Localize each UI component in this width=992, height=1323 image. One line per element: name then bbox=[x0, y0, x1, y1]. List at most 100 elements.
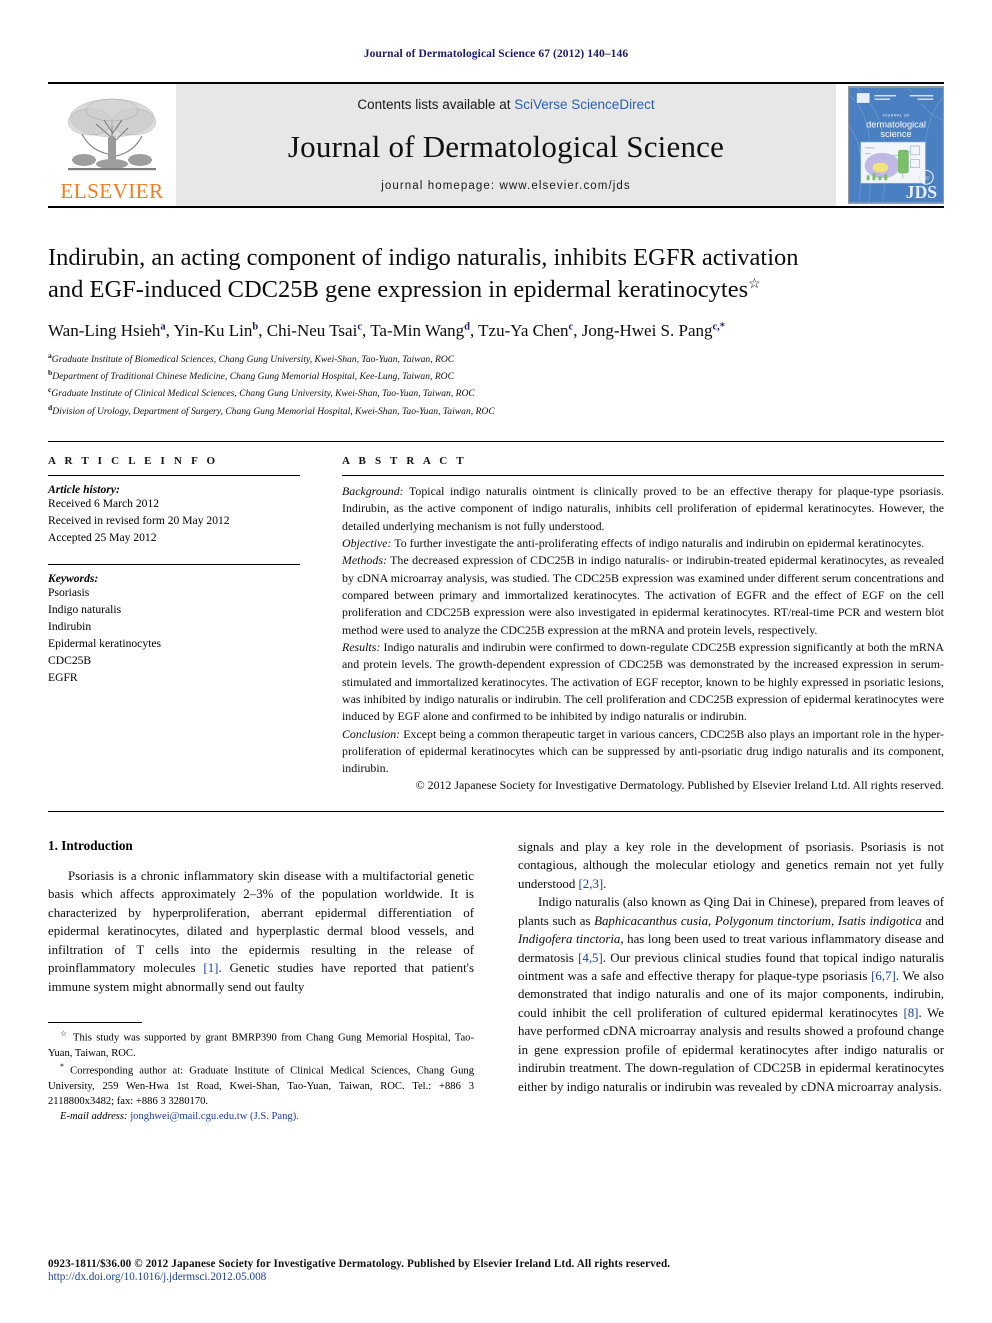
corresponding-text: Corresponding author at: Graduate Instit… bbox=[48, 1065, 474, 1108]
sciencedirect-link[interactable]: SciVerse ScienceDirect bbox=[514, 97, 654, 112]
affiliation-text: Graduate Institute of Biomedical Science… bbox=[51, 353, 455, 365]
affiliation-item: cGraduate Institute of Clinical Medical … bbox=[48, 384, 944, 401]
article-info-heading: A R T I C L E I N F O bbox=[48, 455, 219, 468]
history-item: Received in revised form 20 May 2012 bbox=[48, 514, 230, 528]
author: Wan-Ling Hsieha bbox=[48, 321, 166, 340]
footnote-corresponding: * Corresponding author at: Graduate Inst… bbox=[48, 1061, 474, 1109]
journal-banner: Contents lists available at SciVerse Sci… bbox=[176, 84, 836, 206]
email-label: E-mail address: bbox=[60, 1111, 128, 1123]
svg-text:JDS: JDS bbox=[906, 182, 938, 202]
journal-cover-thumbnail: JOURNAL OF dermatological science SD JDS bbox=[848, 86, 944, 204]
introduction-heading: 1. Introduction bbox=[48, 837, 133, 853]
affiliation-text: Division of Urology, Department of Surge… bbox=[52, 405, 495, 417]
author: Tzu-Ya Chenc bbox=[478, 321, 573, 340]
abstract-section: Background: Topical indigo naturalis oin… bbox=[342, 483, 944, 535]
abstract-section-text: To further investigate the anti-prolifer… bbox=[391, 536, 925, 551]
abstract-section-label: Methods: bbox=[342, 553, 387, 568]
title-block: Indirubin, an acting component of indigo… bbox=[48, 208, 944, 419]
running-head: Journal of Dermatological Science 67 (20… bbox=[363, 48, 629, 60]
page-title: Indirubin, an acting component of indigo… bbox=[48, 242, 944, 307]
abstract-body: Background: Topical indigo naturalis oin… bbox=[342, 483, 944, 795]
author-name: Tzu-Ya Chen bbox=[478, 320, 569, 340]
journal-masthead: ELSEVIER Contents lists available at Sci… bbox=[48, 82, 944, 206]
contents-prefix: Contents lists available at bbox=[357, 97, 515, 112]
paragraph: signals and play a key role in the devel… bbox=[518, 839, 944, 891]
introduction-left-text: Psoriasis is a chronic inflammatory skin… bbox=[48, 867, 474, 996]
svg-text:JOURNAL OF: JOURNAL OF bbox=[882, 114, 910, 118]
issn-copyright-line: 0923-1811/$36.00 © 2012 Japanese Society… bbox=[48, 1258, 671, 1270]
abstract-section-label: Results: bbox=[342, 639, 381, 654]
affiliation-item: aGraduate Institute of Biomedical Scienc… bbox=[48, 350, 944, 367]
elsevier-tree-icon bbox=[67, 98, 157, 171]
grant-text: This study was supported by grant BMRP39… bbox=[48, 1032, 475, 1059]
introduction-right-text: signals and play a key role in the devel… bbox=[518, 838, 944, 1096]
author: Yin-Ku Linb bbox=[174, 321, 259, 340]
elsevier-wordmark: ELSEVIER bbox=[60, 179, 164, 203]
author: Jong-Hwei S. Pangc,* bbox=[582, 321, 725, 340]
keyword-item: Indigo naturalis bbox=[48, 602, 122, 616]
footnotes: ☆ This study was supported by grant BMRP… bbox=[48, 1028, 474, 1125]
abstract-section-label: Conclusion: bbox=[342, 726, 401, 741]
history-item: Received 6 March 2012 bbox=[48, 497, 160, 511]
keyword-item: EGFR bbox=[48, 670, 78, 684]
article-page: Journal of Dermatological Science 67 (20… bbox=[0, 0, 992, 1323]
abstract-section: Objective: To further investigate the an… bbox=[342, 535, 944, 552]
keyword-item: Epidermal keratinocytes bbox=[48, 636, 161, 650]
contents-available-line: Contents lists available at SciVerse Sci… bbox=[357, 97, 654, 112]
author-name: Yin-Ku Lin bbox=[173, 320, 253, 340]
abstract-copyright: © 2012 Japanese Society for Investigativ… bbox=[415, 778, 944, 793]
journal-cover-cell: JOURNAL OF dermatological science SD JDS bbox=[836, 84, 944, 206]
author-name: Chi-Neu Tsai bbox=[266, 320, 358, 340]
footnote-rule bbox=[48, 1021, 142, 1023]
doi-link[interactable]: http://dx.doi.org/10.1016/j.jdermsci.201… bbox=[48, 1271, 944, 1283]
svg-text:science: science bbox=[880, 129, 911, 139]
abstract-section-text: Indigo naturalis and indirubin were conf… bbox=[342, 639, 944, 724]
article-info-rule bbox=[48, 475, 300, 477]
abstract-section: Methods: The decreased expression of CDC… bbox=[342, 552, 944, 639]
elsevier-logo: ELSEVIER bbox=[48, 84, 176, 206]
svg-text:SD: SD bbox=[923, 175, 930, 181]
abstract-section: Results: Indigo naturalis and indirubin … bbox=[342, 639, 944, 726]
author-affiliation-marker: d bbox=[464, 321, 470, 332]
keyword-item: Psoriasis bbox=[48, 585, 90, 599]
body-left-column: 1. Introduction Psoriasis is a chronic i… bbox=[48, 838, 474, 1125]
paragraph: Psoriasis is a chronic inflammatory skin… bbox=[48, 868, 474, 994]
author: Ta-Min Wangd bbox=[370, 321, 470, 340]
svg-text:dermatological: dermatological bbox=[866, 119, 926, 129]
article-history-label: Article history: bbox=[48, 483, 120, 497]
author-name: Wan-Ling Hsieh bbox=[48, 320, 161, 340]
footer-block: 0923-1811/$36.00 © 2012 Japanese Society… bbox=[48, 1258, 944, 1283]
journal-homepage[interactable]: journal homepage: www.elsevier.com/jds bbox=[381, 180, 631, 192]
abstract-section-label: Background: bbox=[342, 484, 404, 499]
abstract-section-text: The decreased expression of CDC25B in in… bbox=[342, 553, 944, 637]
body-right-column: signals and play a key role in the devel… bbox=[518, 838, 944, 1125]
footnote-email: E-mail address: jonghwei@mail.cgu.edu.tw… bbox=[48, 1109, 474, 1124]
author-name: Jong-Hwei S. Pang bbox=[581, 320, 713, 340]
footnote-grant: ☆ This study was supported by grant BMRP… bbox=[48, 1028, 474, 1061]
author-affiliation-marker: c bbox=[568, 321, 574, 332]
article-title-line1: Indirubin, an acting component of indigo… bbox=[48, 244, 799, 271]
author-affiliation-marker: c,* bbox=[712, 321, 726, 332]
abstract-section-text: Topical indigo naturalis ointment is cli… bbox=[342, 484, 944, 533]
keywords-label: Keywords: bbox=[48, 571, 99, 585]
journal-title: Journal of Dermatological Science bbox=[287, 128, 725, 164]
abstract-heading: A B S T R A C T bbox=[342, 455, 467, 468]
author-name: Ta-Min Wang bbox=[370, 320, 465, 340]
affiliation-text: Department of Traditional Chinese Medici… bbox=[52, 371, 455, 383]
keyword-item: CDC25B bbox=[48, 653, 92, 667]
history-item: Accepted 25 May 2012 bbox=[48, 531, 157, 544]
paragraph: Indigo naturalis (also known as Qing Dai… bbox=[518, 895, 944, 1094]
abstract-section-label: Objective: bbox=[342, 536, 392, 551]
affiliation-text: Graduate Institute of Clinical Medical S… bbox=[51, 388, 475, 400]
abstract-column: A B S T R A C T Background: Topical indi… bbox=[342, 455, 944, 795]
author: Chi-Neu Tsaic bbox=[267, 321, 362, 340]
article-info-column: A R T I C L E I N F O Article history: R… bbox=[48, 455, 300, 795]
abstract-section: Conclusion: Except being a common therap… bbox=[342, 726, 944, 778]
abstract-rule bbox=[342, 475, 944, 477]
grant-marker: ☆ bbox=[60, 1028, 69, 1038]
body-columns: 1. Introduction Psoriasis is a chronic i… bbox=[48, 812, 944, 1125]
affiliation-item: bDepartment of Traditional Chinese Medic… bbox=[48, 367, 944, 384]
email-link[interactable]: jonghwei@mail.cgu.edu.tw bbox=[130, 1111, 247, 1122]
email-suffix: (J.S. Pang). bbox=[247, 1111, 299, 1123]
